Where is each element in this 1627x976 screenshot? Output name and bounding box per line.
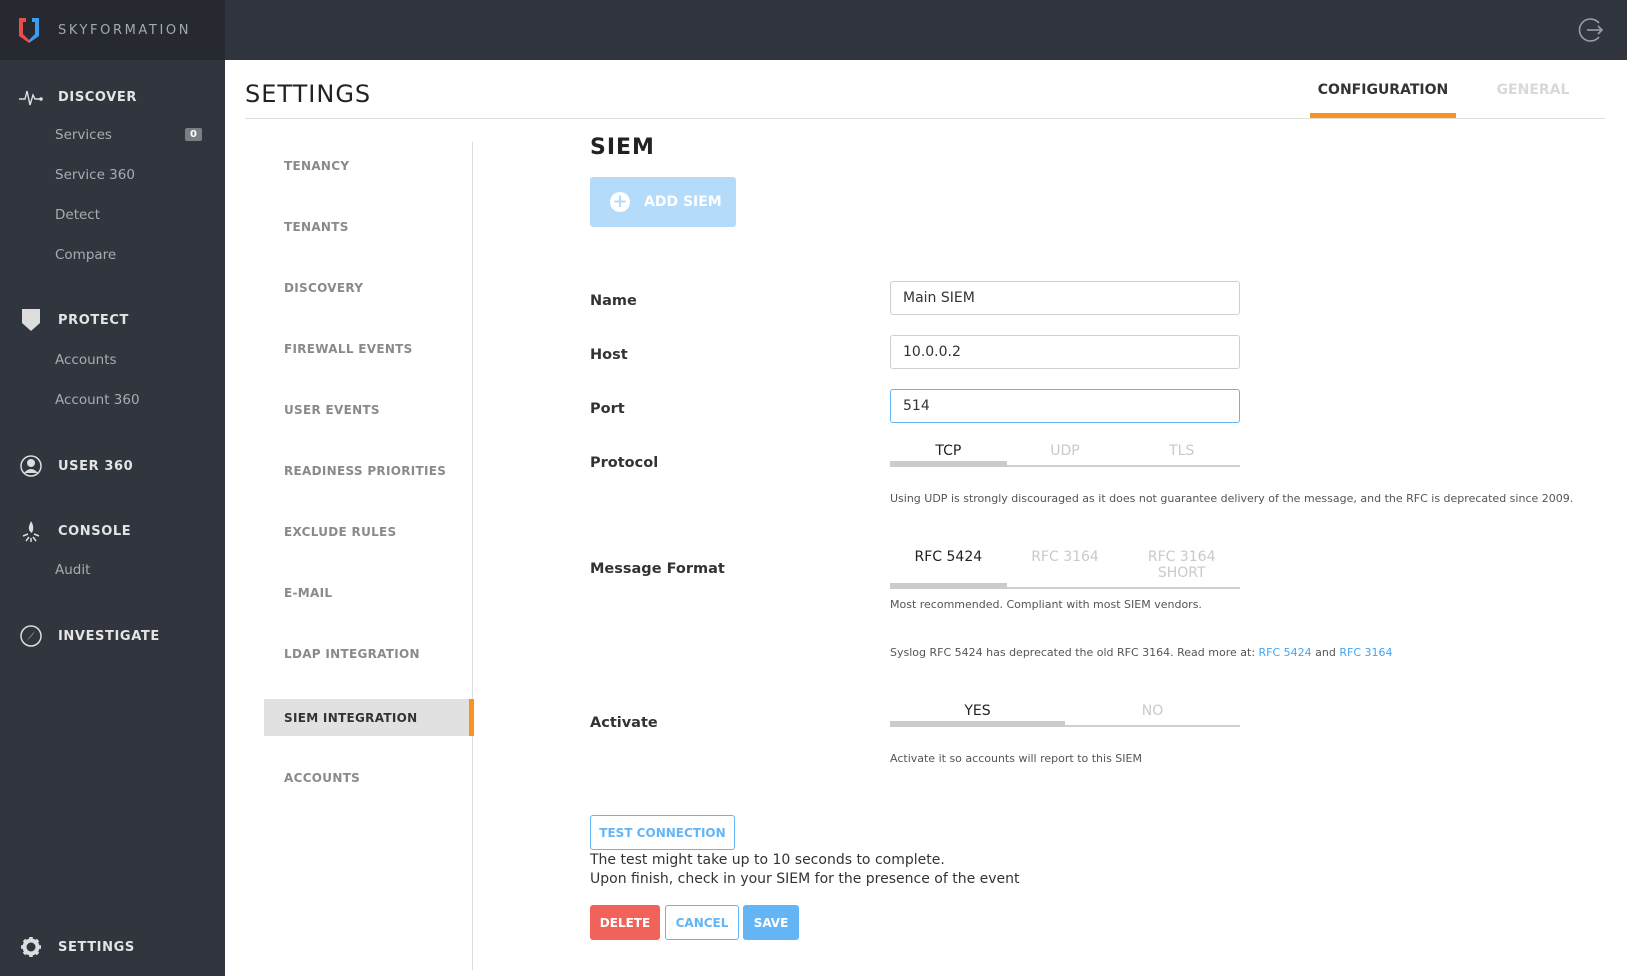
settings-subnav: TENANCY TENANTS DISCOVERY FIREWALL EVENT… bbox=[264, 142, 474, 970]
tab-configuration[interactable]: CONFIGURATION bbox=[1310, 78, 1456, 118]
logout-icon[interactable] bbox=[1577, 16, 1605, 44]
sidebar-item-detect[interactable]: Detect bbox=[55, 207, 100, 223]
subnav-item-tenancy[interactable]: TENANCY bbox=[264, 147, 473, 184]
add-siem-button[interactable]: + ADD SIEM bbox=[590, 177, 736, 227]
shield-icon bbox=[18, 307, 44, 333]
subnav-item-readiness-priorities[interactable]: READINESS PRIORITIES bbox=[264, 452, 473, 489]
protocol-option-tls[interactable]: TLS bbox=[1123, 443, 1240, 465]
message-format-hint: Most recommended. Compliant with most SI… bbox=[890, 598, 1202, 611]
services-count-badge: 0 bbox=[185, 128, 202, 141]
subnav-item-email[interactable]: E-MAIL bbox=[264, 574, 473, 611]
user-icon bbox=[18, 453, 44, 479]
format-option-rfc3164[interactable]: RFC 3164 bbox=[1007, 549, 1124, 587]
sidebar-section-user-360[interactable]: USER 360 bbox=[0, 451, 225, 481]
brand-name: SKYFORMATION bbox=[58, 22, 192, 38]
page-title: SETTINGS bbox=[245, 80, 372, 108]
delete-button[interactable]: DELETE bbox=[590, 905, 660, 940]
name-input[interactable] bbox=[890, 281, 1240, 315]
activate-option-no[interactable]: NO bbox=[1065, 703, 1240, 725]
test-note-line-1: The test might take up to 10 seconds to … bbox=[590, 852, 945, 868]
sidebar-section-investigate[interactable]: INVESTIGATE bbox=[0, 621, 225, 651]
sidebar-section-settings[interactable]: SETTINGS bbox=[0, 932, 225, 962]
subnav-item-ldap-integration[interactable]: LDAP INTEGRATION bbox=[264, 635, 473, 672]
sidebar-item-compare[interactable]: Compare bbox=[55, 247, 116, 263]
format-option-rfc3164-short[interactable]: RFC 3164 SHORT bbox=[1123, 549, 1240, 587]
sidebar-item-service-360[interactable]: Service 360 bbox=[55, 167, 135, 183]
siem-section-title: SIEM bbox=[590, 135, 655, 160]
activate-selector: YES NO bbox=[890, 703, 1240, 727]
subnav-item-exclude-rules[interactable]: EXCLUDE RULES bbox=[264, 513, 473, 550]
top-bar bbox=[225, 0, 1627, 60]
rfc3164-link[interactable]: RFC 3164 bbox=[1339, 646, 1392, 659]
add-siem-label: ADD SIEM bbox=[644, 194, 722, 210]
sidebar-item-audit[interactable]: Audit bbox=[55, 562, 90, 578]
host-label: Host bbox=[590, 347, 628, 363]
protocol-option-tcp[interactable]: TCP bbox=[890, 443, 1007, 467]
sidebar-section-console[interactable]: CONSOLE bbox=[0, 516, 225, 546]
protocol-option-udp[interactable]: UDP bbox=[1007, 443, 1124, 465]
subnav-item-user-events[interactable]: USER EVENTS bbox=[264, 391, 473, 428]
save-button[interactable]: SAVE bbox=[743, 905, 799, 940]
protocol-label: Protocol bbox=[590, 455, 659, 471]
activate-label: Activate bbox=[590, 715, 658, 731]
sidebar-section-discover[interactable]: DISCOVER bbox=[0, 82, 225, 112]
format-option-rfc5424[interactable]: RFC 5424 bbox=[890, 549, 1007, 589]
sidebar-item-services[interactable]: Services bbox=[55, 127, 112, 143]
message-format-selector: RFC 5424 RFC 3164 RFC 3164 SHORT bbox=[890, 549, 1240, 589]
protocol-hint: Using UDP is strongly discouraged as it … bbox=[890, 492, 1574, 505]
sidebar: SKYFORMATION DISCOVER Services 0 Service… bbox=[0, 0, 225, 976]
cancel-button[interactable]: CANCEL bbox=[665, 905, 739, 940]
subnav-item-firewall-events[interactable]: FIREWALL EVENTS bbox=[264, 330, 473, 367]
activate-option-yes[interactable]: YES bbox=[890, 703, 1065, 727]
test-connection-button[interactable]: TEST CONNECTION bbox=[590, 815, 735, 850]
pulse-icon bbox=[18, 84, 44, 110]
test-note-line-2: Upon finish, check in your SIEM for the … bbox=[590, 871, 1020, 887]
protocol-selector: TCP UDP TLS bbox=[890, 443, 1240, 467]
port-label: Port bbox=[590, 401, 625, 417]
rfc5424-link[interactable]: RFC 5424 bbox=[1259, 646, 1312, 659]
activate-hint: Activate it so accounts will report to t… bbox=[890, 752, 1142, 765]
subnav-item-accounts[interactable]: ACCOUNTS bbox=[264, 759, 473, 796]
name-label: Name bbox=[590, 293, 637, 309]
gear-icon bbox=[18, 934, 44, 960]
sidebar-section-protect[interactable]: PROTECT bbox=[0, 305, 225, 335]
port-input[interactable] bbox=[890, 389, 1240, 423]
sidebar-item-accounts[interactable]: Accounts bbox=[55, 352, 117, 368]
brand: SKYFORMATION bbox=[0, 0, 225, 60]
plus-circle-icon: + bbox=[610, 192, 630, 212]
settings-tabs: CONFIGURATION GENERAL bbox=[1310, 78, 1606, 118]
header-divider bbox=[245, 118, 1605, 119]
message-format-label: Message Format bbox=[590, 561, 725, 577]
compass-icon bbox=[18, 623, 44, 649]
skyformation-logo-icon bbox=[19, 18, 39, 43]
campfire-icon bbox=[18, 518, 44, 544]
host-input[interactable] bbox=[890, 335, 1240, 369]
tab-general[interactable]: GENERAL bbox=[1460, 78, 1606, 118]
subnav-item-discovery[interactable]: DISCOVERY bbox=[264, 269, 473, 306]
sidebar-item-account-360[interactable]: Account 360 bbox=[55, 392, 140, 408]
subnav-item-siem-integration[interactable]: SIEM INTEGRATION bbox=[264, 699, 474, 736]
subnav-item-tenants[interactable]: TENANTS bbox=[264, 208, 473, 245]
rfc-note: Syslog RFC 5424 has deprecated the old R… bbox=[890, 646, 1393, 659]
